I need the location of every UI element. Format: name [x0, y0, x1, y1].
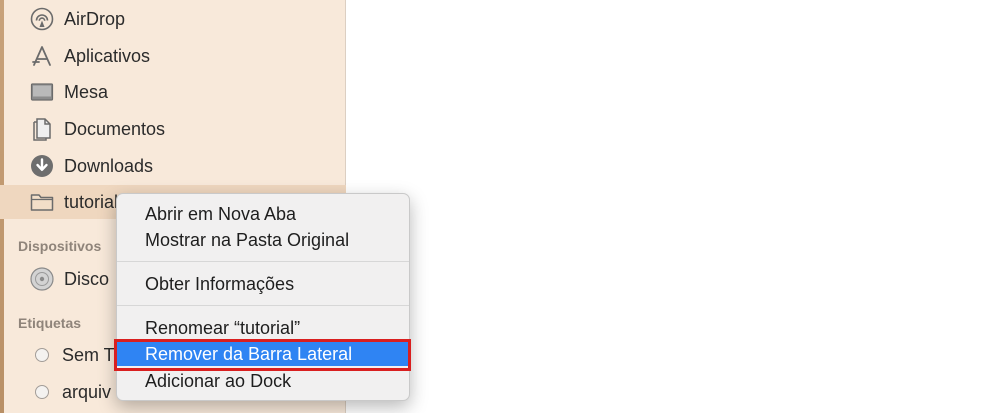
section-header-devices: Dispositivos [18, 238, 102, 254]
tag-dot-icon [35, 348, 49, 362]
menu-item-rename[interactable]: Renomear “tutorial” [117, 316, 409, 340]
menu-item-add-to-dock[interactable]: Adicionar ao Dock [117, 369, 409, 393]
sidebar-item-mesa[interactable]: Mesa [0, 75, 346, 109]
downloads-icon [30, 154, 54, 178]
sidebar-item-label: Mesa [64, 81, 109, 102]
sidebar-item-airdrop[interactable]: AirDrop [0, 2, 346, 36]
menu-separator [117, 305, 409, 306]
menu-separator [117, 261, 409, 262]
sidebar-item-downloads[interactable]: Downloads [0, 149, 346, 183]
sidebar-item-label: Aplicativos [64, 45, 151, 66]
sidebar-item-label: Documentos [64, 118, 166, 139]
menu-item-get-info[interactable]: Obter Informações [117, 272, 409, 296]
context-menu: Abrir em Nova Aba Mostrar na Pasta Origi… [116, 193, 410, 401]
section-header-tags: Etiquetas [18, 315, 82, 331]
menu-item-open-new-tab[interactable]: Abrir em Nova Aba [117, 202, 409, 226]
menu-item-show-original[interactable]: Mostrar na Pasta Original [117, 228, 409, 252]
sidebar-item-documentos[interactable]: Documentos [0, 112, 346, 146]
tag-label: arquiv [62, 381, 112, 402]
sidebar-item-label: Downloads [64, 155, 154, 176]
folder-icon [30, 190, 54, 214]
desktop-icon [30, 80, 54, 104]
applications-icon [30, 44, 54, 68]
tag-dot-icon [35, 385, 49, 399]
disk-icon [30, 267, 54, 291]
tag-label: Sem T [62, 344, 115, 365]
sidebar-item-label: Disco [64, 268, 110, 289]
sidebar-item-aplicativos[interactable]: Aplicativos [0, 39, 346, 73]
airdrop-icon [30, 7, 54, 31]
sidebar-item-label: tutorial [64, 191, 119, 212]
documents-icon [30, 117, 54, 141]
menu-item-remove-from-sidebar[interactable]: Remover da Barra Lateral [117, 342, 409, 366]
sidebar-item-label: AirDrop [64, 8, 126, 29]
